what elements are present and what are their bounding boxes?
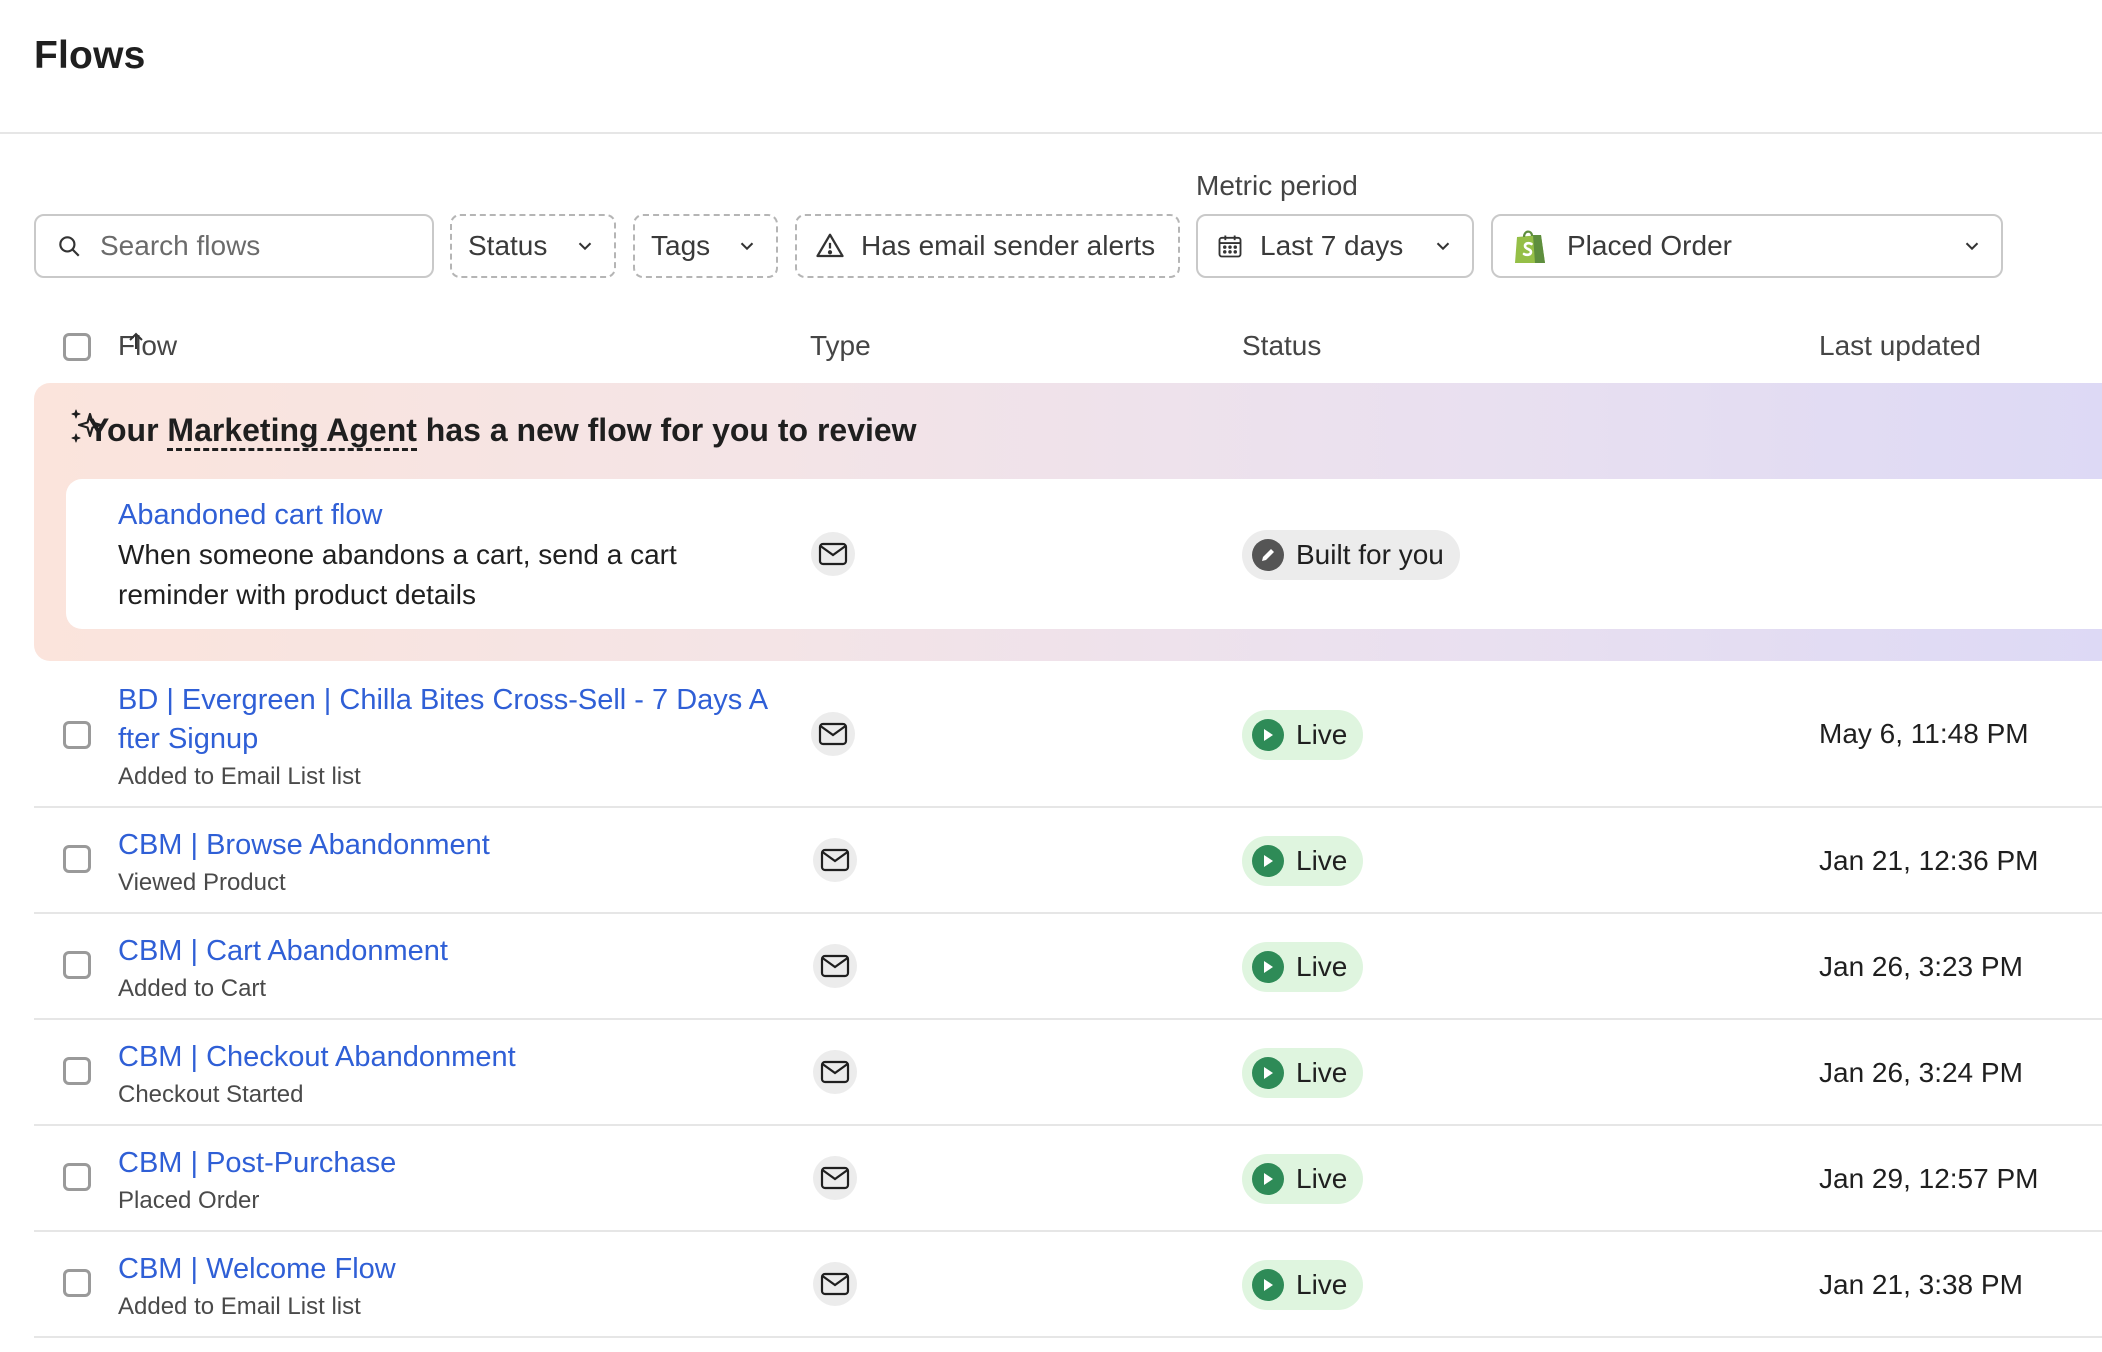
row-divider	[34, 806, 2102, 808]
page-title: Flows	[34, 34, 146, 77]
chevron-down-icon	[1961, 235, 1983, 257]
flow-name-link-continued[interactable]: fter Signup	[118, 719, 258, 759]
column-header-status: Status	[1242, 330, 1322, 361]
agent-headline-suffix: has a new flow for you to review	[416, 412, 917, 448]
status-badge: Live	[1242, 1048, 1364, 1098]
column-header-last-updated: Last updated	[1819, 330, 1981, 361]
status-badge: Live	[1242, 710, 1364, 760]
mail-icon	[813, 1050, 857, 1094]
shopify-bag-icon	[1513, 227, 1547, 265]
table-header: Flow Type Status Last updated	[0, 330, 2102, 370]
alerts-filter-label: Has email sender alerts	[861, 230, 1156, 261]
status-badge: Live	[1242, 1260, 1364, 1310]
play-icon	[1252, 1269, 1284, 1301]
flow-name-link[interactable]: CBM | Checkout Abandonment	[118, 1037, 516, 1077]
search-placeholder: Search flows	[100, 230, 261, 261]
marketing-agent-link[interactable]: Marketing Agent	[167, 412, 417, 451]
mail-icon	[811, 712, 855, 756]
status-badge: Live	[1242, 1154, 1364, 1204]
mail-icon	[811, 532, 855, 576]
status-filter-label: Status	[468, 230, 548, 261]
sort-ascending-icon	[126, 330, 146, 352]
last-updated: Jan 21, 12:36 PM	[1819, 845, 2039, 876]
row-divider	[34, 1018, 2102, 1020]
flow-trigger: Added to Cart	[118, 975, 267, 1002]
status-label: Live	[1296, 845, 1348, 876]
agent-flow-description-line1: When someone abandons a cart, send a car…	[118, 539, 677, 570]
status-label: Live	[1296, 719, 1348, 750]
pencil-icon	[1252, 539, 1284, 571]
status-badge: Live	[1242, 942, 1364, 992]
row-checkbox[interactable]	[63, 721, 91, 749]
chevron-down-icon	[574, 235, 596, 257]
status-badge: Live	[1242, 836, 1364, 886]
built-for-you-badge: Built for you	[1242, 530, 1460, 580]
flow-trigger: Viewed Product	[118, 869, 286, 896]
tags-filter-label: Tags	[651, 230, 711, 261]
title-divider	[0, 132, 2102, 134]
tags-filter-button[interactable]: Tags	[633, 214, 778, 278]
play-icon	[1252, 951, 1284, 983]
last-updated: Jan 26, 3:23 PM	[1819, 951, 2023, 982]
play-icon	[1252, 1057, 1284, 1089]
flow-trigger: Placed Order	[118, 1187, 260, 1214]
flow-name-link[interactable]: CBM | Cart Abandonment	[118, 931, 448, 971]
agent-headline-prefix: Your	[88, 412, 168, 448]
flow-name-link[interactable]: CBM | Post-Purchase	[118, 1143, 396, 1183]
email-sender-alerts-filter[interactable]: Has email sender alerts	[795, 214, 1180, 278]
row-checkbox[interactable]	[63, 1269, 91, 1297]
conversion-metric-select[interactable]: Placed Order	[1491, 214, 2003, 278]
period-value: Last 7 days	[1260, 230, 1404, 261]
last-updated: Jan 29, 12:57 PM	[1819, 1163, 2039, 1194]
calendar-icon	[1216, 232, 1244, 260]
play-icon	[1252, 719, 1284, 751]
row-checkbox[interactable]	[63, 951, 91, 979]
play-icon	[1252, 1163, 1284, 1195]
metric-period-select[interactable]: Last 7 days	[1196, 214, 1474, 278]
warning-triangle-icon	[815, 231, 845, 261]
metric-value: Placed Order	[1567, 230, 1732, 261]
status-label: Live	[1296, 951, 1348, 982]
row-checkbox[interactable]	[63, 845, 91, 873]
agent-headline: Your Marketing Agent has a new flow for …	[88, 412, 917, 451]
row-divider	[34, 1230, 2102, 1232]
row-checkbox[interactable]	[63, 1057, 91, 1085]
last-updated: Jan 26, 3:24 PM	[1819, 1057, 2023, 1088]
flow-trigger: Added to Email List list	[118, 1293, 361, 1320]
flow-name-link[interactable]: BD | Evergreen | Chilla Bites Cross-Sell…	[118, 680, 768, 720]
row-divider	[34, 912, 2102, 914]
mail-icon	[813, 1262, 857, 1306]
mail-icon	[813, 944, 857, 988]
column-header-type: Type	[810, 330, 871, 361]
flow-name-link[interactable]: CBM | Browse Abandonment	[118, 825, 490, 865]
flow-trigger: Checkout Started	[118, 1081, 304, 1108]
row-divider	[34, 1124, 2102, 1126]
flow-name-link[interactable]: CBM | Welcome Flow	[118, 1249, 396, 1289]
select-all-checkbox[interactable]	[63, 333, 91, 361]
chevron-down-icon	[1432, 235, 1454, 257]
last-updated: Jan 21, 3:38 PM	[1819, 1269, 2023, 1300]
play-icon	[1252, 845, 1284, 877]
metric-period-label: Metric period	[1196, 170, 1358, 201]
chevron-down-icon	[736, 235, 758, 257]
mail-icon	[813, 838, 857, 882]
built-for-you-label: Built for you	[1296, 539, 1444, 570]
agent-flow-name-link[interactable]: Abandoned cart flow	[118, 495, 382, 535]
agent-flow-description-line2: reminder with product details	[118, 579, 476, 610]
mail-icon	[813, 1156, 857, 1200]
row-checkbox[interactable]	[63, 1163, 91, 1191]
row-divider	[34, 1336, 2102, 1338]
search-input[interactable]: Search flows	[34, 214, 434, 278]
status-label: Live	[1296, 1269, 1348, 1300]
status-label: Live	[1296, 1057, 1348, 1088]
status-label: Live	[1296, 1163, 1348, 1194]
status-filter-button[interactable]: Status	[450, 214, 616, 278]
search-icon	[56, 233, 82, 259]
flow-trigger: Added to Email List list	[118, 763, 361, 790]
last-updated: May 6, 11:48 PM	[1819, 718, 2029, 749]
